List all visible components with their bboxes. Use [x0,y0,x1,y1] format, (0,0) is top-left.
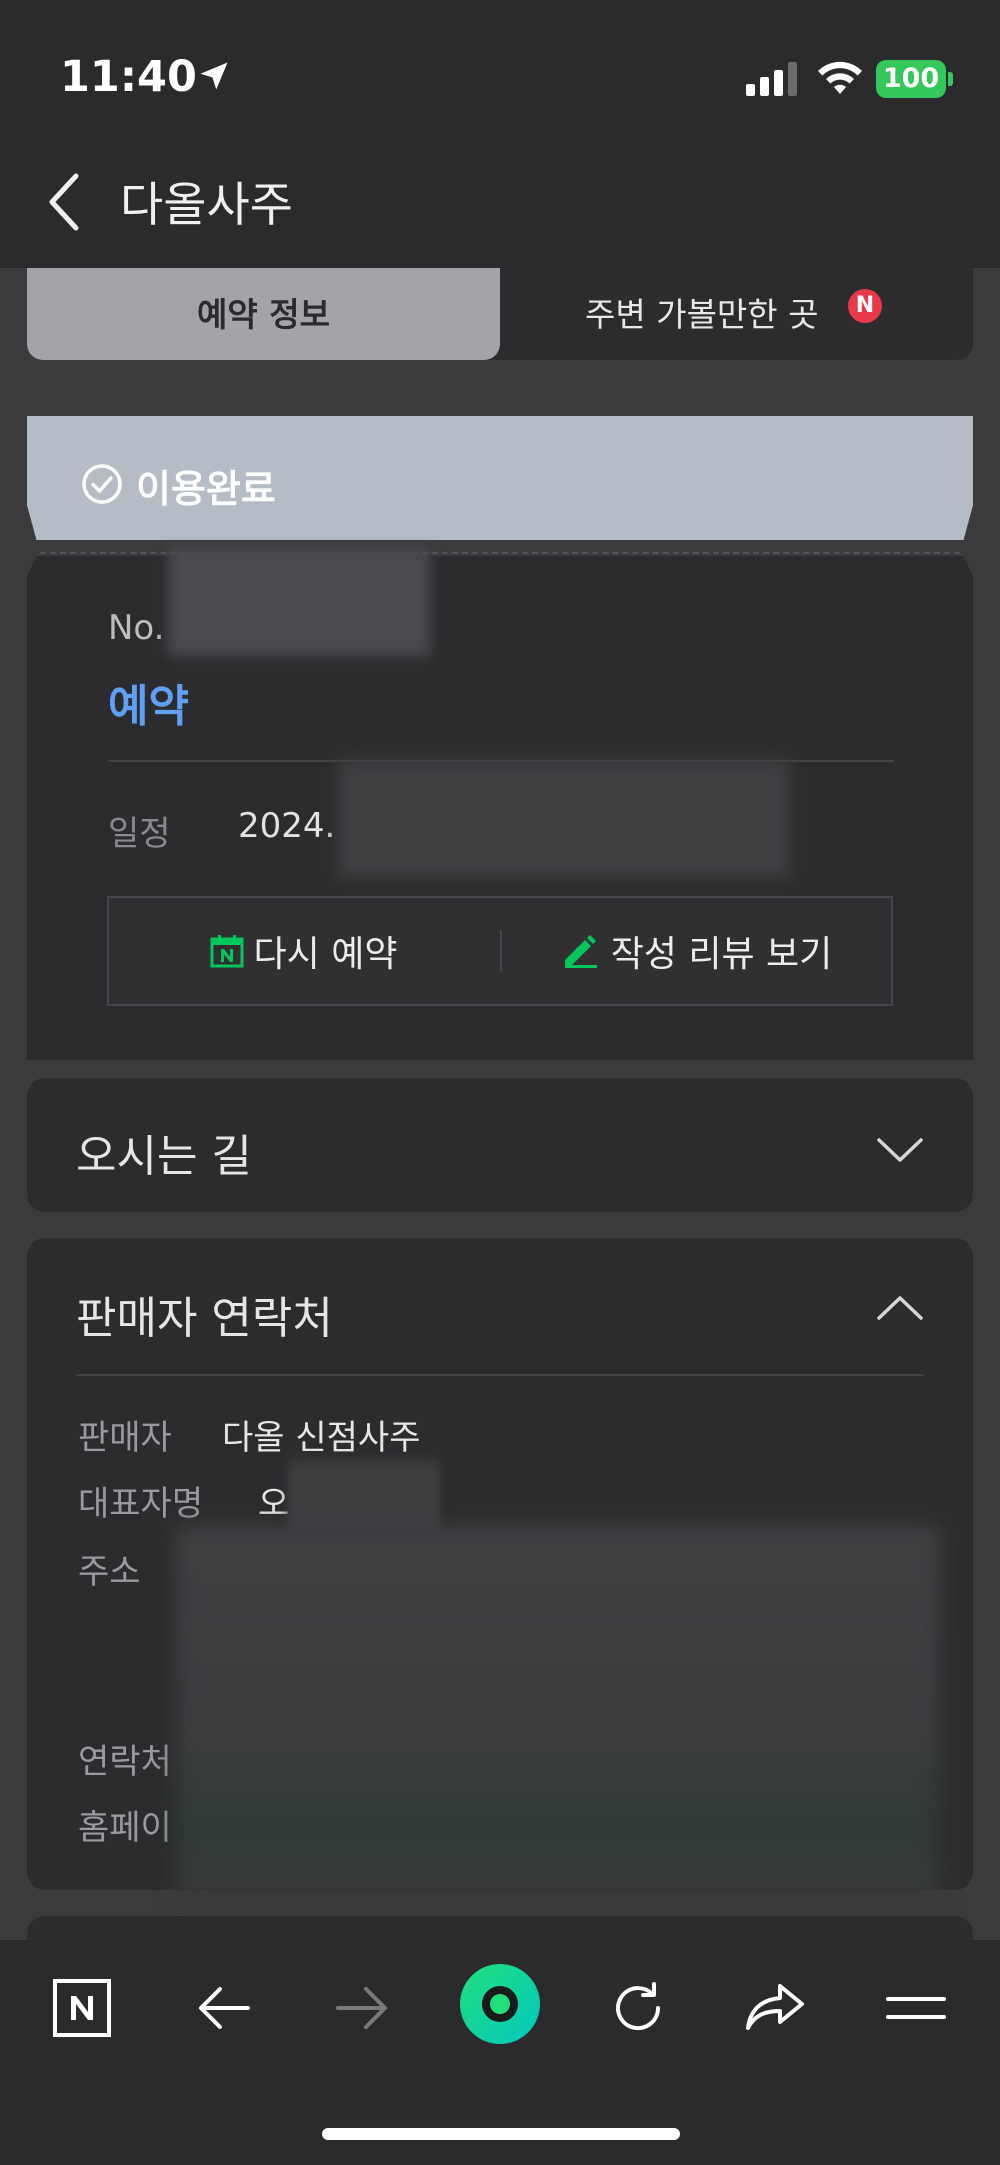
home-indicator [322,2128,680,2140]
rebook-button[interactable]: 다시 예약 [107,896,500,1006]
wifi-icon [818,61,862,94]
share-icon[interactable] [744,1978,806,2038]
redacted-schedule [338,760,790,878]
naver-home-icon[interactable] [52,1978,112,2038]
status-time: 11:40 [60,52,197,102]
calendar-icon [210,935,244,968]
seller-label: 판매자 [78,1418,172,1458]
rebook-label: 다시 예약 [253,934,398,975]
page-title: 다올사주 [120,178,293,233]
reservation-type: 예약 [108,681,189,732]
chevron-up-icon[interactable] [876,1294,924,1322]
reservation-number-label: No. [108,608,165,648]
menu-icon[interactable] [886,1978,946,2038]
refresh-icon[interactable] [608,1978,668,2038]
new-badge: N [848,289,882,323]
representative-value: 오 [258,1484,290,1524]
representative-label: 대표자명 [78,1484,204,1524]
address-label: 주소 [78,1552,141,1592]
signal-icon [746,62,797,96]
redacted-seller-details [176,1526,940,1896]
chevron-down-icon[interactable] [876,1136,924,1164]
schedule-label: 일정 [108,814,171,854]
directions-title[interactable]: 오시는 길 [76,1120,252,1184]
battery-cap [948,72,953,86]
green-dot-icon[interactable] [458,1962,542,2046]
seller-contact-title[interactable]: 판매자 연락처 [76,1282,333,1346]
forward-arrow-icon[interactable] [334,1978,390,2038]
pencil-icon [564,935,597,968]
tab-reservation-info-label[interactable]: 예약 정보 [27,288,500,336]
redacted-reservation-number [168,548,430,656]
back-chevron-icon[interactable] [44,172,84,232]
tab-nearby-places[interactable]: 주변 가볼만한 곳 [585,288,819,336]
view-review-button[interactable]: 작성 리뷰 보기 [500,896,893,1006]
contact-label: 연락처 [78,1742,172,1782]
divider [76,1374,924,1376]
back-arrow-icon[interactable] [196,1978,252,2038]
homepage-label: 홈페이 [78,1808,172,1848]
schedule-value: 2024. [238,806,336,846]
view-review-label: 작성 리뷰 보기 [610,934,833,975]
location-arrow-icon [200,62,228,90]
check-circle-icon [82,464,122,504]
redacted-representative [288,1460,440,1530]
battery-indicator: 100 [876,60,946,98]
status-label: 이용완료 [136,467,276,511]
seller-value: 다올 신점사주 [222,1418,421,1458]
